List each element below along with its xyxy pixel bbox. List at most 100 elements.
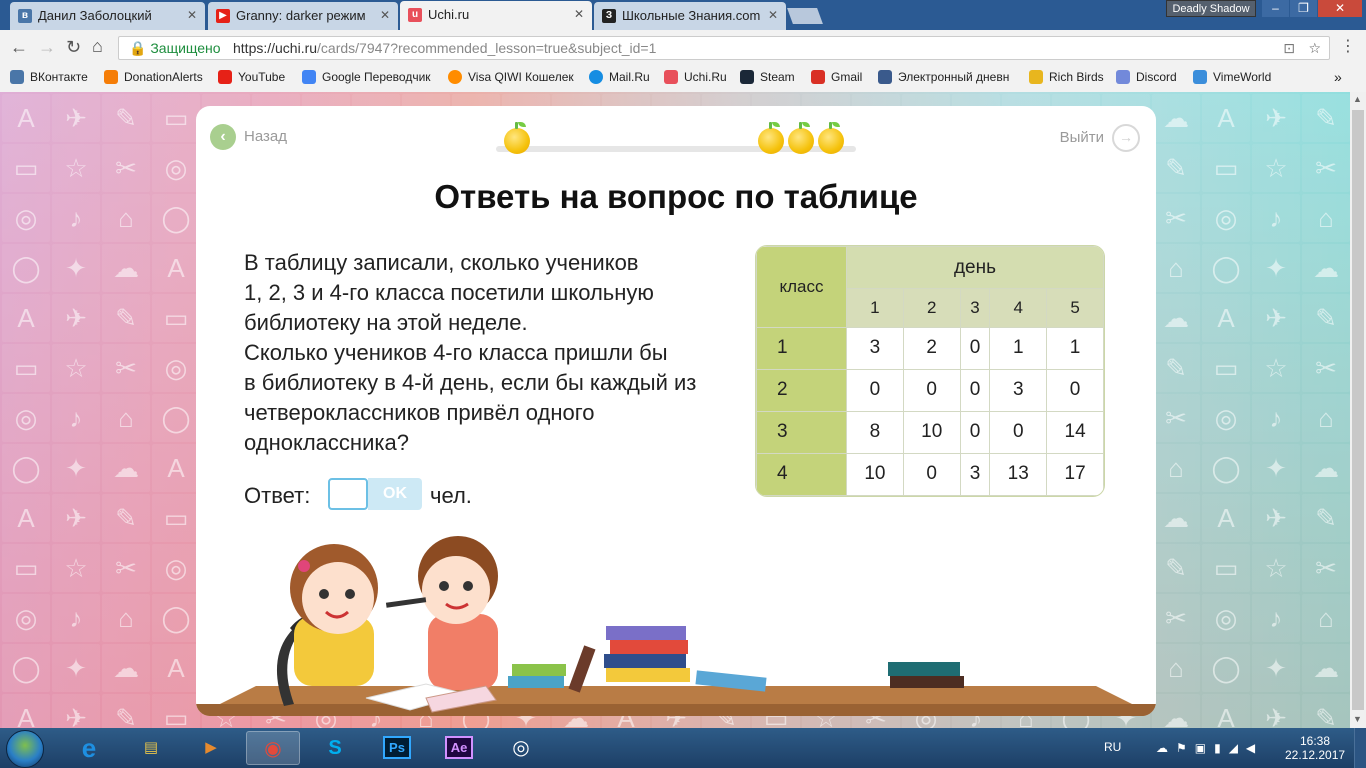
chrome-icon[interactable]: ◉ (246, 731, 300, 765)
url-text[interactable]: https://uchi.ru/cards/7947?recommended_l… (233, 37, 656, 59)
menu-icon[interactable]: ⋮ (1340, 38, 1356, 56)
day-number: 3 (959, 288, 991, 328)
google-translate-icon (302, 70, 316, 84)
background-tile: ☁ (102, 244, 150, 292)
language-indicator[interactable]: RU (1104, 740, 1121, 754)
bookmark-vk[interactable]: ВКонтакте (10, 69, 88, 85)
day-header: день (846, 246, 1104, 290)
apple-icon (758, 122, 784, 154)
tab-youtube[interactable]: ▶ Granny: darker режим ✕ (208, 2, 398, 30)
bookmark-star-icon[interactable]: ☆ (1308, 37, 1321, 59)
background-tile: A (2, 694, 50, 728)
profile-button[interactable]: Deadly Shadow (1166, 0, 1256, 17)
apple-icon (504, 122, 530, 154)
background-tile: ☁ (1152, 694, 1200, 728)
bookmark-diary[interactable]: Электронный дневн (878, 69, 1009, 85)
secure-indicator[interactable]: 🔒 Защищено (129, 37, 221, 59)
table-row: 2 0 0 0 3 0 (756, 368, 1104, 412)
background-tile: ✎ (1302, 94, 1350, 142)
photoshop-icon[interactable]: Ps (370, 731, 424, 765)
back-arrow-icon[interactable]: ← (10, 38, 28, 56)
bookmark-vimeworld[interactable]: VimeWorld (1193, 69, 1271, 85)
answer-input[interactable] (328, 478, 368, 510)
start-button[interactable] (6, 730, 44, 768)
bookmark-google-translate[interactable]: Google Переводчик (302, 69, 431, 85)
file-explorer-icon[interactable]: ▤ (124, 731, 178, 765)
system-tray[interactable]: ☁⚑▣▮◢◀ (1156, 741, 1263, 755)
home-icon[interactable]: ⌂ (92, 37, 103, 55)
background-tile: ✈ (52, 94, 100, 142)
page-scrollbar[interactable]: ▲ ▼ (1350, 92, 1366, 728)
close-tab-icon[interactable]: ✕ (574, 1, 584, 28)
steam-icon[interactable]: ◎ (494, 731, 548, 765)
more-bookmarks-icon[interactable]: » (1334, 69, 1342, 85)
background-tile: ⌂ (1302, 194, 1350, 242)
bookmark-mailru[interactable]: Mail.Ru (589, 69, 650, 85)
bookmarks-bar: ВКонтакте DonationAlerts YouTube Google … (0, 66, 1366, 88)
background-tile: ☁ (1152, 294, 1200, 342)
after-effects-icon[interactable]: Ae (432, 731, 486, 765)
value-cell: 0 (989, 410, 1048, 454)
background-tile: ◎ (152, 344, 200, 392)
windows-taskbar: e ▤ ▶ ◉ S Ps Ae ◎ RU ☁⚑▣▮◢◀ 16:38 22.12.… (0, 728, 1366, 768)
background-tile: ✎ (1152, 544, 1200, 592)
youtube-icon (218, 70, 232, 84)
bookmark-richbirds[interactable]: Rich Birds (1029, 69, 1104, 85)
ok-button[interactable]: OK (368, 478, 422, 510)
clock[interactable]: 16:38 22.12.2017 (1285, 734, 1345, 762)
background-tile: ☁ (1152, 494, 1200, 542)
background-tile: ✂ (1152, 194, 1200, 242)
background-tile: A (1202, 94, 1250, 142)
background-tile: ✂ (1302, 344, 1350, 392)
scrollbar-thumb[interactable] (1352, 110, 1364, 710)
internet-explorer-icon[interactable]: e (62, 731, 116, 765)
bookmark-gmail[interactable]: Gmail (811, 69, 862, 85)
scroll-up-icon[interactable]: ▲ (1353, 94, 1362, 104)
forward-arrow-icon[interactable]: → (38, 38, 56, 56)
new-tab-button[interactable] (787, 8, 823, 24)
tab-uchi[interactable]: u Uchi.ru ✕ (400, 1, 592, 31)
background-tile: ✎ (1302, 494, 1350, 542)
bookmark-steam[interactable]: Steam (740, 69, 795, 85)
back-button[interactable]: ‹ Назад (210, 124, 287, 150)
background-tile: A (2, 94, 50, 142)
background-tile: ✂ (102, 344, 150, 392)
uchi-icon: u (408, 8, 422, 22)
media-player-icon[interactable]: ▶ (184, 731, 238, 765)
minimize-button[interactable]: – (1262, 0, 1289, 17)
bookmark-uchi[interactable]: Uchi.Ru (664, 69, 727, 85)
close-tab-icon[interactable]: ✕ (768, 2, 778, 29)
book-stack-purple (606, 626, 686, 640)
bookmark-discord[interactable]: Discord (1116, 69, 1177, 85)
address-bar[interactable]: 🔒 Защищено https://uchi.ru/cards/7947?re… (118, 36, 1330, 60)
lesson-card: ‹ Назад Выйти → Ответь на вопрос по таблиц… (196, 106, 1156, 716)
maximize-button[interactable]: ❐ (1290, 0, 1317, 17)
background-tile: ◎ (152, 144, 200, 192)
tab-znanija[interactable]: З Школьные Знания.com ✕ (594, 2, 786, 30)
background-tile: ▭ (1202, 344, 1250, 392)
close-window-button[interactable]: ✕ (1318, 0, 1362, 17)
scroll-down-icon[interactable]: ▼ (1353, 714, 1362, 724)
bookmark-qiwi[interactable]: Visa QIWI Кошелек (448, 69, 574, 85)
background-tile: ⌂ (102, 394, 150, 442)
close-tab-icon[interactable]: ✕ (187, 2, 197, 29)
exit-button[interactable]: Выйти → (1060, 124, 1140, 152)
diary-icon (878, 70, 892, 84)
value-cell: 3 (989, 368, 1048, 412)
background-tile: ♪ (1252, 594, 1300, 642)
bookmark-youtube[interactable]: YouTube (218, 69, 285, 85)
question-line: 1, 2, 3 и 4-го класса посетили школьную (244, 280, 654, 305)
reload-icon[interactable]: ↻ (66, 38, 81, 56)
value-cell: 3 (846, 326, 904, 370)
background-tile: A (152, 644, 200, 692)
show-desktop-button[interactable] (1354, 728, 1366, 768)
bookmark-label: Visa QIWI Кошелек (468, 70, 574, 84)
close-tab-icon[interactable]: ✕ (380, 2, 390, 29)
bookmark-donationalerts[interactable]: DonationAlerts (104, 69, 203, 85)
value-cell: 17 (1046, 452, 1104, 496)
translate-icon[interactable]: ⊡ (1283, 37, 1295, 59)
background-tile: ☁ (1302, 444, 1350, 492)
tab-vk[interactable]: в Данил Заболоцкий ✕ (10, 2, 205, 30)
skype-icon[interactable]: S (308, 731, 362, 765)
background-tile: ▭ (2, 344, 50, 392)
